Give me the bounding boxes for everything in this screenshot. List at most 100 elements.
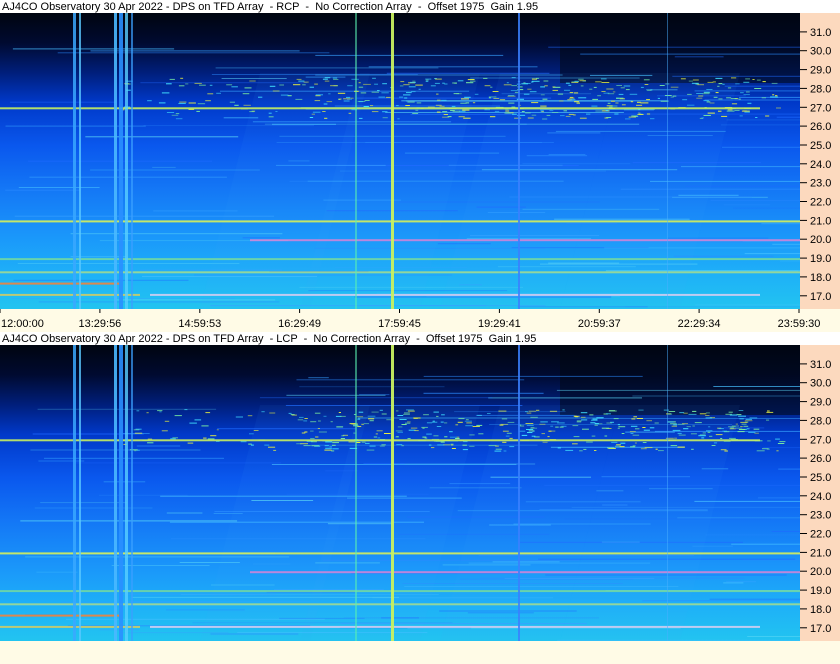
frequency-tick-label: 19.0 — [810, 585, 831, 597]
rfi-speckle — [623, 85, 631, 87]
frequency-axis-rcp: 17.0 18.0 19.0 20.0 21.0 22.0 23.0 24.0 25.0 26.0… — [800, 13, 840, 309]
noise-streak — [103, 481, 146, 483]
rfi-speckle — [328, 93, 331, 95]
rfi-speckle — [312, 111, 321, 113]
rfi-speckle — [568, 113, 574, 115]
rfi-speckle — [501, 418, 508, 420]
rfi-speckle — [134, 450, 137, 452]
rfi-speckle — [581, 419, 588, 421]
rfi-speckle — [451, 448, 456, 449]
rfi-speckle — [205, 100, 211, 102]
frequency-tick-label: 19.0 — [810, 253, 831, 265]
rfi-speckle — [340, 438, 345, 439]
rfi-speckle — [632, 445, 636, 447]
rfi-speckle — [744, 111, 750, 113]
rfi-speckle — [765, 115, 770, 117]
rfi-speckle — [712, 81, 716, 83]
rfi-speckle — [776, 107, 781, 109]
rfi-speckle — [287, 95, 292, 97]
time-tick-label: 14:59:53 — [178, 318, 221, 330]
rfi-speckle — [549, 410, 558, 412]
rfi-speckle — [411, 91, 416, 93]
rfi-speckle — [536, 409, 540, 411]
rfi-speckle — [741, 110, 750, 112]
time-tick-label: 20:59:37 — [578, 318, 621, 330]
interference-line — [119, 345, 123, 641]
rfi-speckle — [442, 111, 448, 113]
rfi-speckle — [625, 118, 631, 120]
rfi-speckle — [691, 82, 699, 84]
rfi-speckle — [746, 91, 750, 93]
rfi-speckle — [562, 409, 565, 411]
rfi-speckle — [601, 82, 610, 83]
rfi-speckle — [767, 440, 771, 442]
rfi-speckle — [570, 99, 576, 100]
rfi-speckle — [638, 409, 644, 411]
rfi-speckle — [243, 104, 251, 106]
frequency-tick-label: 17.0 — [810, 291, 831, 303]
rfi-speckle — [440, 441, 445, 443]
rfi-speckle — [226, 84, 233, 86]
rfi-speckle — [164, 420, 170, 422]
rfi-speckle — [530, 427, 538, 429]
rfi-speckle — [439, 105, 445, 107]
rfi-speckle — [455, 438, 460, 439]
rfi-speckle — [385, 96, 391, 98]
rfi-speckle — [452, 110, 461, 112]
rfi-speckle — [766, 419, 770, 421]
rfi-speckle — [349, 423, 356, 425]
rfi-speckle — [637, 112, 641, 114]
rfi-speckle — [507, 95, 516, 97]
rfi-speckle — [488, 96, 497, 98]
rfi-speckle — [739, 418, 744, 420]
rfi-speckle — [506, 82, 509, 84]
rfi-speckle — [625, 89, 630, 91]
rfi-speckle — [297, 419, 304, 421]
rfi-speckle — [569, 92, 574, 94]
frequency-tick-label: 27.0 — [810, 102, 831, 114]
noise-streak — [57, 52, 330, 54]
rfi-speckle — [552, 86, 556, 88]
rfi-speckle — [310, 421, 317, 423]
rfi-speckle — [498, 410, 507, 412]
rfi-speckle — [702, 432, 706, 434]
rfi-speckle — [565, 115, 571, 117]
rfi-speckle — [525, 423, 534, 424]
noise-streak — [695, 304, 800, 306]
rfi-speckle — [249, 111, 255, 113]
rfi-speckle — [671, 425, 677, 427]
rfi-speckle — [272, 90, 280, 92]
rfi-speckle — [542, 98, 548, 100]
rfi-speckle — [672, 429, 681, 431]
noise-streak — [772, 243, 800, 245]
rfi-speckle — [403, 413, 410, 415]
rfi-speckle — [635, 428, 640, 430]
rfi-speckle — [408, 86, 416, 88]
rfi-speckle — [216, 92, 221, 94]
rfi-speckle — [249, 433, 254, 435]
rfi-speckle — [738, 429, 746, 430]
frequency-tick-label: 29.0 — [810, 65, 831, 77]
rfi-speckle — [692, 425, 695, 427]
rfi-speckle — [709, 435, 713, 437]
rfi-speckle — [590, 422, 596, 424]
rfi-speckle — [368, 418, 375, 420]
rfi-speckle — [503, 84, 512, 86]
rfi-speckle — [611, 100, 615, 102]
rfi-speckle — [756, 79, 761, 81]
rfi-speckle — [379, 409, 383, 411]
rfi-speckle — [303, 420, 308, 422]
rfi-speckle — [772, 94, 775, 96]
rfi-speckle — [325, 447, 332, 449]
rfi-speckle — [699, 413, 707, 415]
noise-streak — [721, 124, 800, 126]
rfi-speckle — [729, 437, 736, 439]
rfi-speckle — [324, 449, 332, 451]
rfi-speckle — [340, 415, 346, 417]
rfi-speckle — [188, 102, 196, 104]
rfi-speckle — [494, 450, 502, 452]
rfi-speckle — [722, 430, 727, 432]
rfi-speckle — [663, 409, 669, 411]
rfi-speckle — [748, 431, 756, 433]
rfi-speckle — [687, 104, 695, 106]
